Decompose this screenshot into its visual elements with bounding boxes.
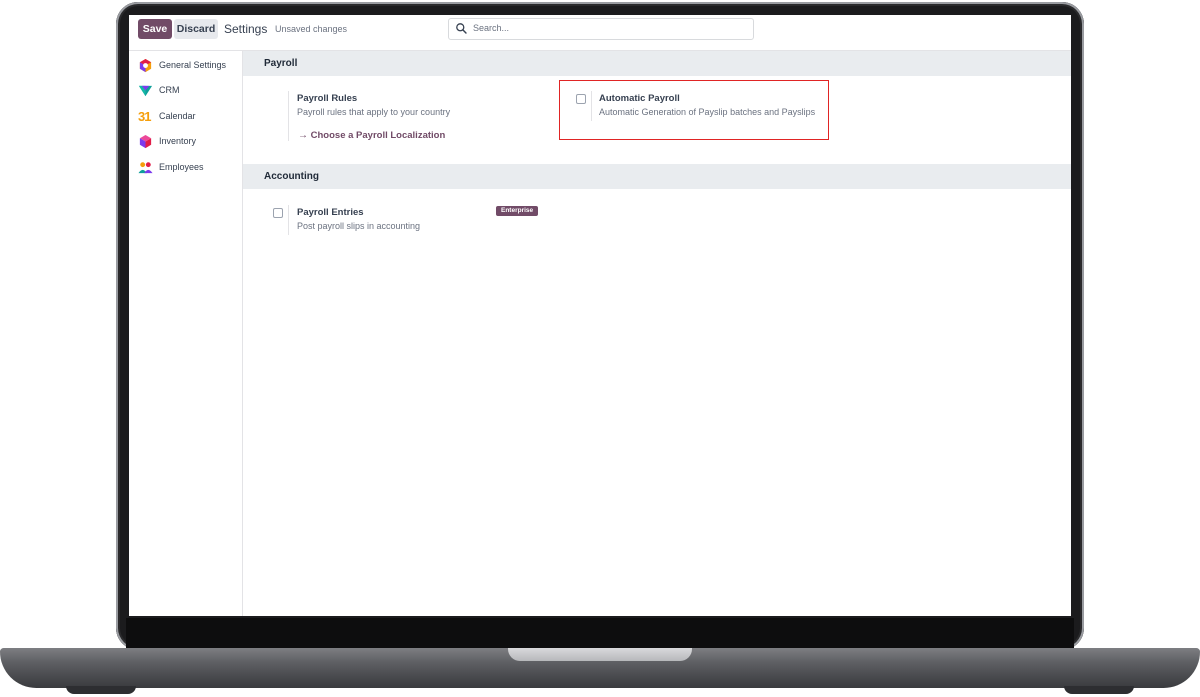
section-title: Accounting bbox=[264, 171, 319, 182]
calendar-icon: 31 bbox=[138, 109, 151, 124]
unsaved-changes-indicator: Unsaved changes bbox=[275, 24, 348, 34]
sidebar-item-label: CRM bbox=[159, 85, 180, 95]
control-panel: Save Discard Settings Unsaved changes bbox=[129, 15, 1071, 51]
setting-divider bbox=[288, 205, 289, 235]
crm-icon bbox=[138, 85, 153, 97]
save-button[interactable]: Save bbox=[138, 19, 172, 39]
setting-payroll-rules: Payroll Rules Payroll rules that apply t… bbox=[243, 76, 543, 156]
link-label: Choose a Payroll Localization bbox=[310, 130, 446, 141]
setting-title: Payroll Rules bbox=[297, 93, 358, 104]
section-header-accounting: Accounting bbox=[243, 164, 1071, 189]
settings-content: Payroll Payroll Rules Payroll rules that… bbox=[243, 51, 1071, 616]
section-header-payroll: Payroll bbox=[243, 51, 1071, 76]
sidebar-item-inventory[interactable]: Inventory bbox=[138, 133, 242, 151]
enterprise-badge: Enterprise bbox=[496, 206, 539, 216]
app-screen: Save Discard Settings Unsaved changes Ge… bbox=[129, 15, 1071, 616]
payroll-entries-checkbox[interactable] bbox=[273, 208, 283, 218]
laptop-foot-right bbox=[1064, 686, 1134, 694]
general-settings-icon bbox=[139, 58, 152, 73]
section-title: Payroll bbox=[264, 58, 298, 69]
employees-icon bbox=[138, 162, 153, 174]
setting-description: Payroll rules that apply to your country bbox=[297, 107, 451, 117]
sidebar-item-label: General Settings bbox=[159, 60, 227, 70]
setting-divider bbox=[288, 91, 289, 141]
laptop-bezel bbox=[126, 618, 1074, 648]
search-box[interactable] bbox=[448, 18, 754, 40]
setting-payroll-entries: Payroll Entries Post payroll slips in ac… bbox=[243, 189, 563, 249]
settings-sidebar: General Settings CRM 31 Calendar Invento… bbox=[129, 51, 243, 616]
search-icon bbox=[456, 23, 467, 34]
page-title: Settings bbox=[224, 22, 268, 36]
setting-description: Post payroll slips in accounting bbox=[297, 221, 421, 231]
inventory-icon bbox=[139, 134, 152, 149]
discard-button[interactable]: Discard bbox=[174, 19, 218, 39]
highlight-box bbox=[559, 80, 829, 140]
search-input[interactable] bbox=[473, 21, 743, 35]
arrow-right-icon: → bbox=[298, 130, 308, 141]
setting-title: Payroll Entries bbox=[297, 207, 364, 218]
sidebar-item-label: Employees bbox=[159, 162, 204, 172]
sidebar-item-calendar[interactable]: 31 Calendar bbox=[138, 108, 242, 126]
choose-localization-link[interactable]: → Choose a Payroll Localization bbox=[298, 130, 445, 141]
sidebar-item-employees[interactable]: Employees bbox=[138, 159, 242, 177]
laptop-foot-left bbox=[66, 686, 136, 694]
sidebar-item-label: Inventory bbox=[159, 136, 197, 146]
sidebar-item-general-settings[interactable]: General Settings bbox=[138, 57, 242, 75]
sidebar-item-label: Calendar bbox=[159, 111, 196, 121]
sidebar-item-crm[interactable]: CRM bbox=[138, 82, 242, 100]
laptop-notch bbox=[508, 648, 692, 661]
